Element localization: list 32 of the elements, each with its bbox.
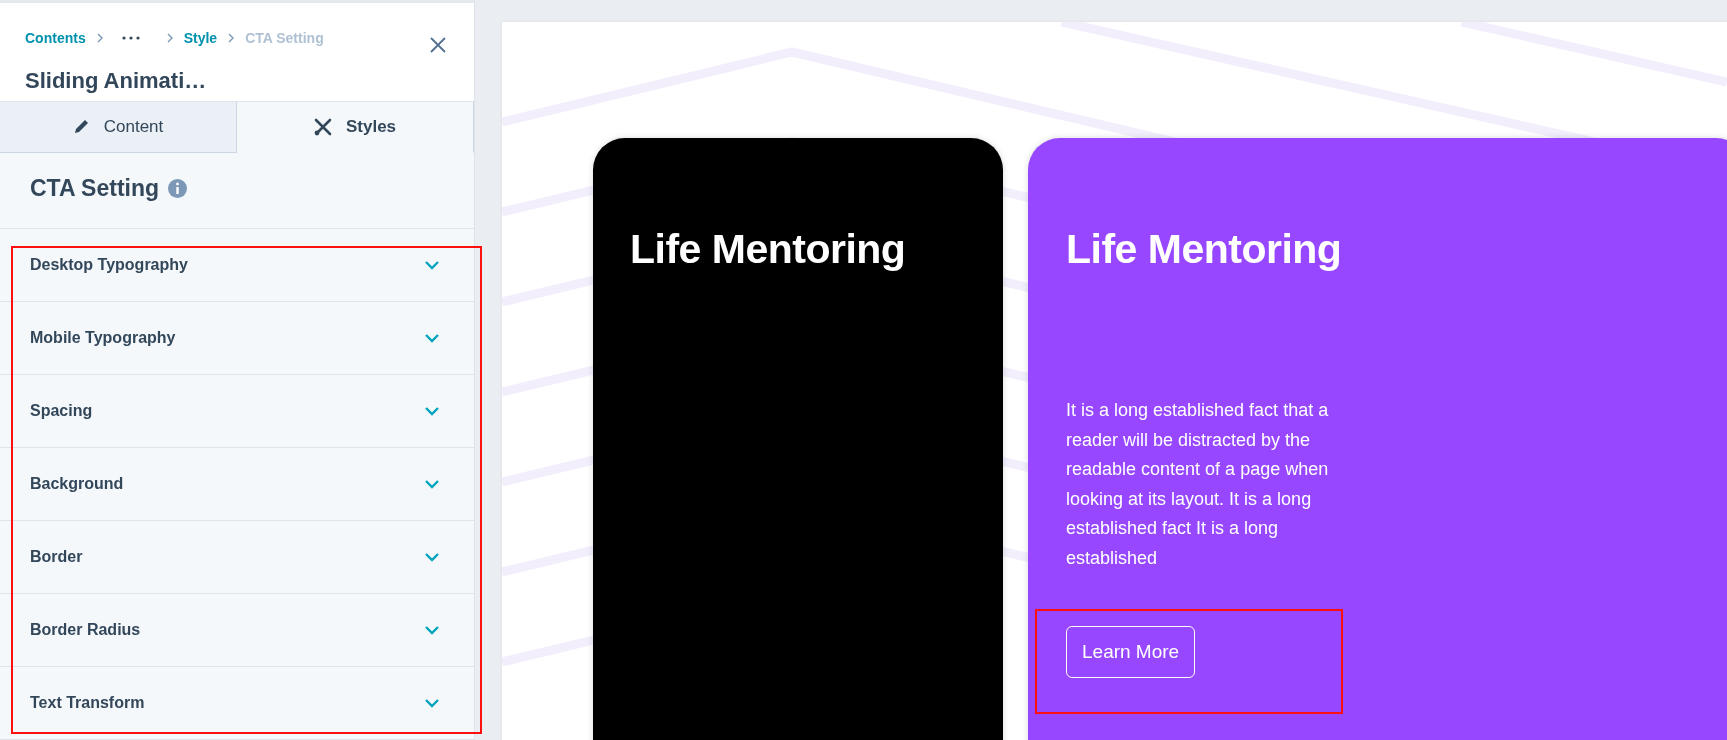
accordion-item[interactable]: Background bbox=[0, 448, 474, 521]
breadcrumb-link[interactable]: Contents bbox=[25, 30, 86, 46]
chevron-right-icon bbox=[166, 33, 173, 43]
accordion-item[interactable]: Border Radius bbox=[0, 594, 474, 667]
card-title: Life Mentoring bbox=[1066, 226, 1343, 273]
accordion-label: Desktop Typography bbox=[30, 256, 188, 274]
breadcrumb-current: CTA Setting bbox=[245, 30, 324, 46]
breadcrumb-link[interactable]: Style bbox=[183, 30, 218, 46]
learn-more-button[interactable]: Learn More bbox=[1066, 626, 1196, 678]
pencil-icon bbox=[72, 118, 90, 136]
tab[interactable]: Content bbox=[0, 101, 237, 153]
accordion-label: Border Radius bbox=[30, 621, 141, 639]
section-title: CTA Setting bbox=[30, 175, 160, 202]
chevron-right-icon bbox=[96, 33, 103, 43]
accordion-label: Text Transform bbox=[30, 694, 145, 712]
close-icon[interactable] bbox=[430, 37, 446, 53]
more-icon[interactable] bbox=[121, 36, 140, 40]
tools-icon bbox=[313, 117, 332, 136]
chevron-right-icon bbox=[228, 33, 235, 43]
accordion-label: Background bbox=[30, 475, 124, 493]
accordion-item[interactable]: Mobile Typography bbox=[0, 302, 474, 375]
card-title: Life Mentoring bbox=[630, 226, 907, 273]
info-icon bbox=[168, 179, 188, 198]
accordion-item[interactable]: Desktop Typography bbox=[0, 229, 474, 302]
accordion-label: Mobile Typography bbox=[30, 329, 176, 347]
card-text: It is a long established fact that a reader will be distracted by the readable content of a page when looking at its layout. It is a long established fact It is a long established bbox=[1066, 399, 1330, 570]
accordion-label: Border bbox=[30, 548, 83, 566]
panel-title: Sliding Animati… bbox=[25, 68, 208, 94]
accordion-item[interactable]: Text Transform bbox=[0, 667, 474, 740]
accordion-item[interactable]: Spacing bbox=[0, 375, 474, 448]
accordion-item[interactable]: Border bbox=[0, 521, 474, 594]
accordion-label: Spacing bbox=[30, 402, 93, 420]
